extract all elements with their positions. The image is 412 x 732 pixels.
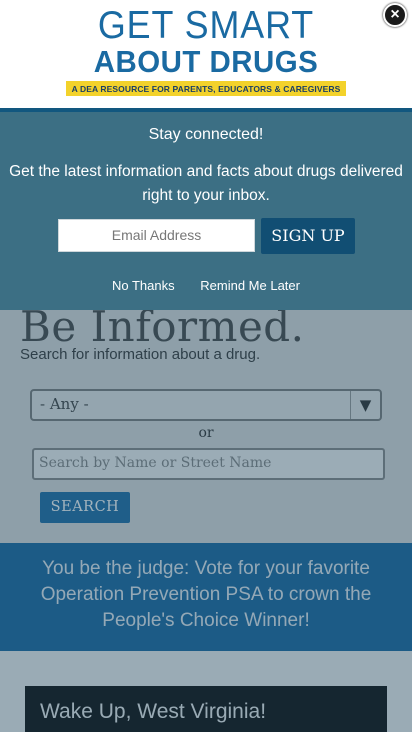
sign-up-button[interactable]: SIGN UP xyxy=(261,218,355,254)
no-thanks-link[interactable]: No Thanks xyxy=(112,278,175,293)
logo-line1: GET SMART xyxy=(97,4,315,47)
site-header: GET SMART ABOUT DRUGS A DEA RESOURCE FOR… xyxy=(0,0,412,108)
email-field[interactable]: Email Address xyxy=(58,219,255,252)
popup-title: Stay connected! xyxy=(148,126,264,143)
newsletter-popup: Stay connected! Get the latest informati… xyxy=(0,108,412,310)
popup-description: Get the latest information and facts abo… xyxy=(9,163,403,204)
logo-tagline: A DEA RESOURCE FOR PARENTS, EDUCATORS & … xyxy=(65,81,347,96)
close-icon: × xyxy=(390,6,400,23)
site-logo[interactable]: GET SMART ABOUT DRUGS A DEA RESOURCE FOR… xyxy=(0,6,412,97)
close-popup-button[interactable]: × xyxy=(383,3,407,27)
logo-line2: ABOUT DRUGS xyxy=(93,44,319,79)
remind-me-later-link[interactable]: Remind Me Later xyxy=(200,278,300,293)
popup-links: No Thanks Remind Me Later xyxy=(0,278,412,293)
